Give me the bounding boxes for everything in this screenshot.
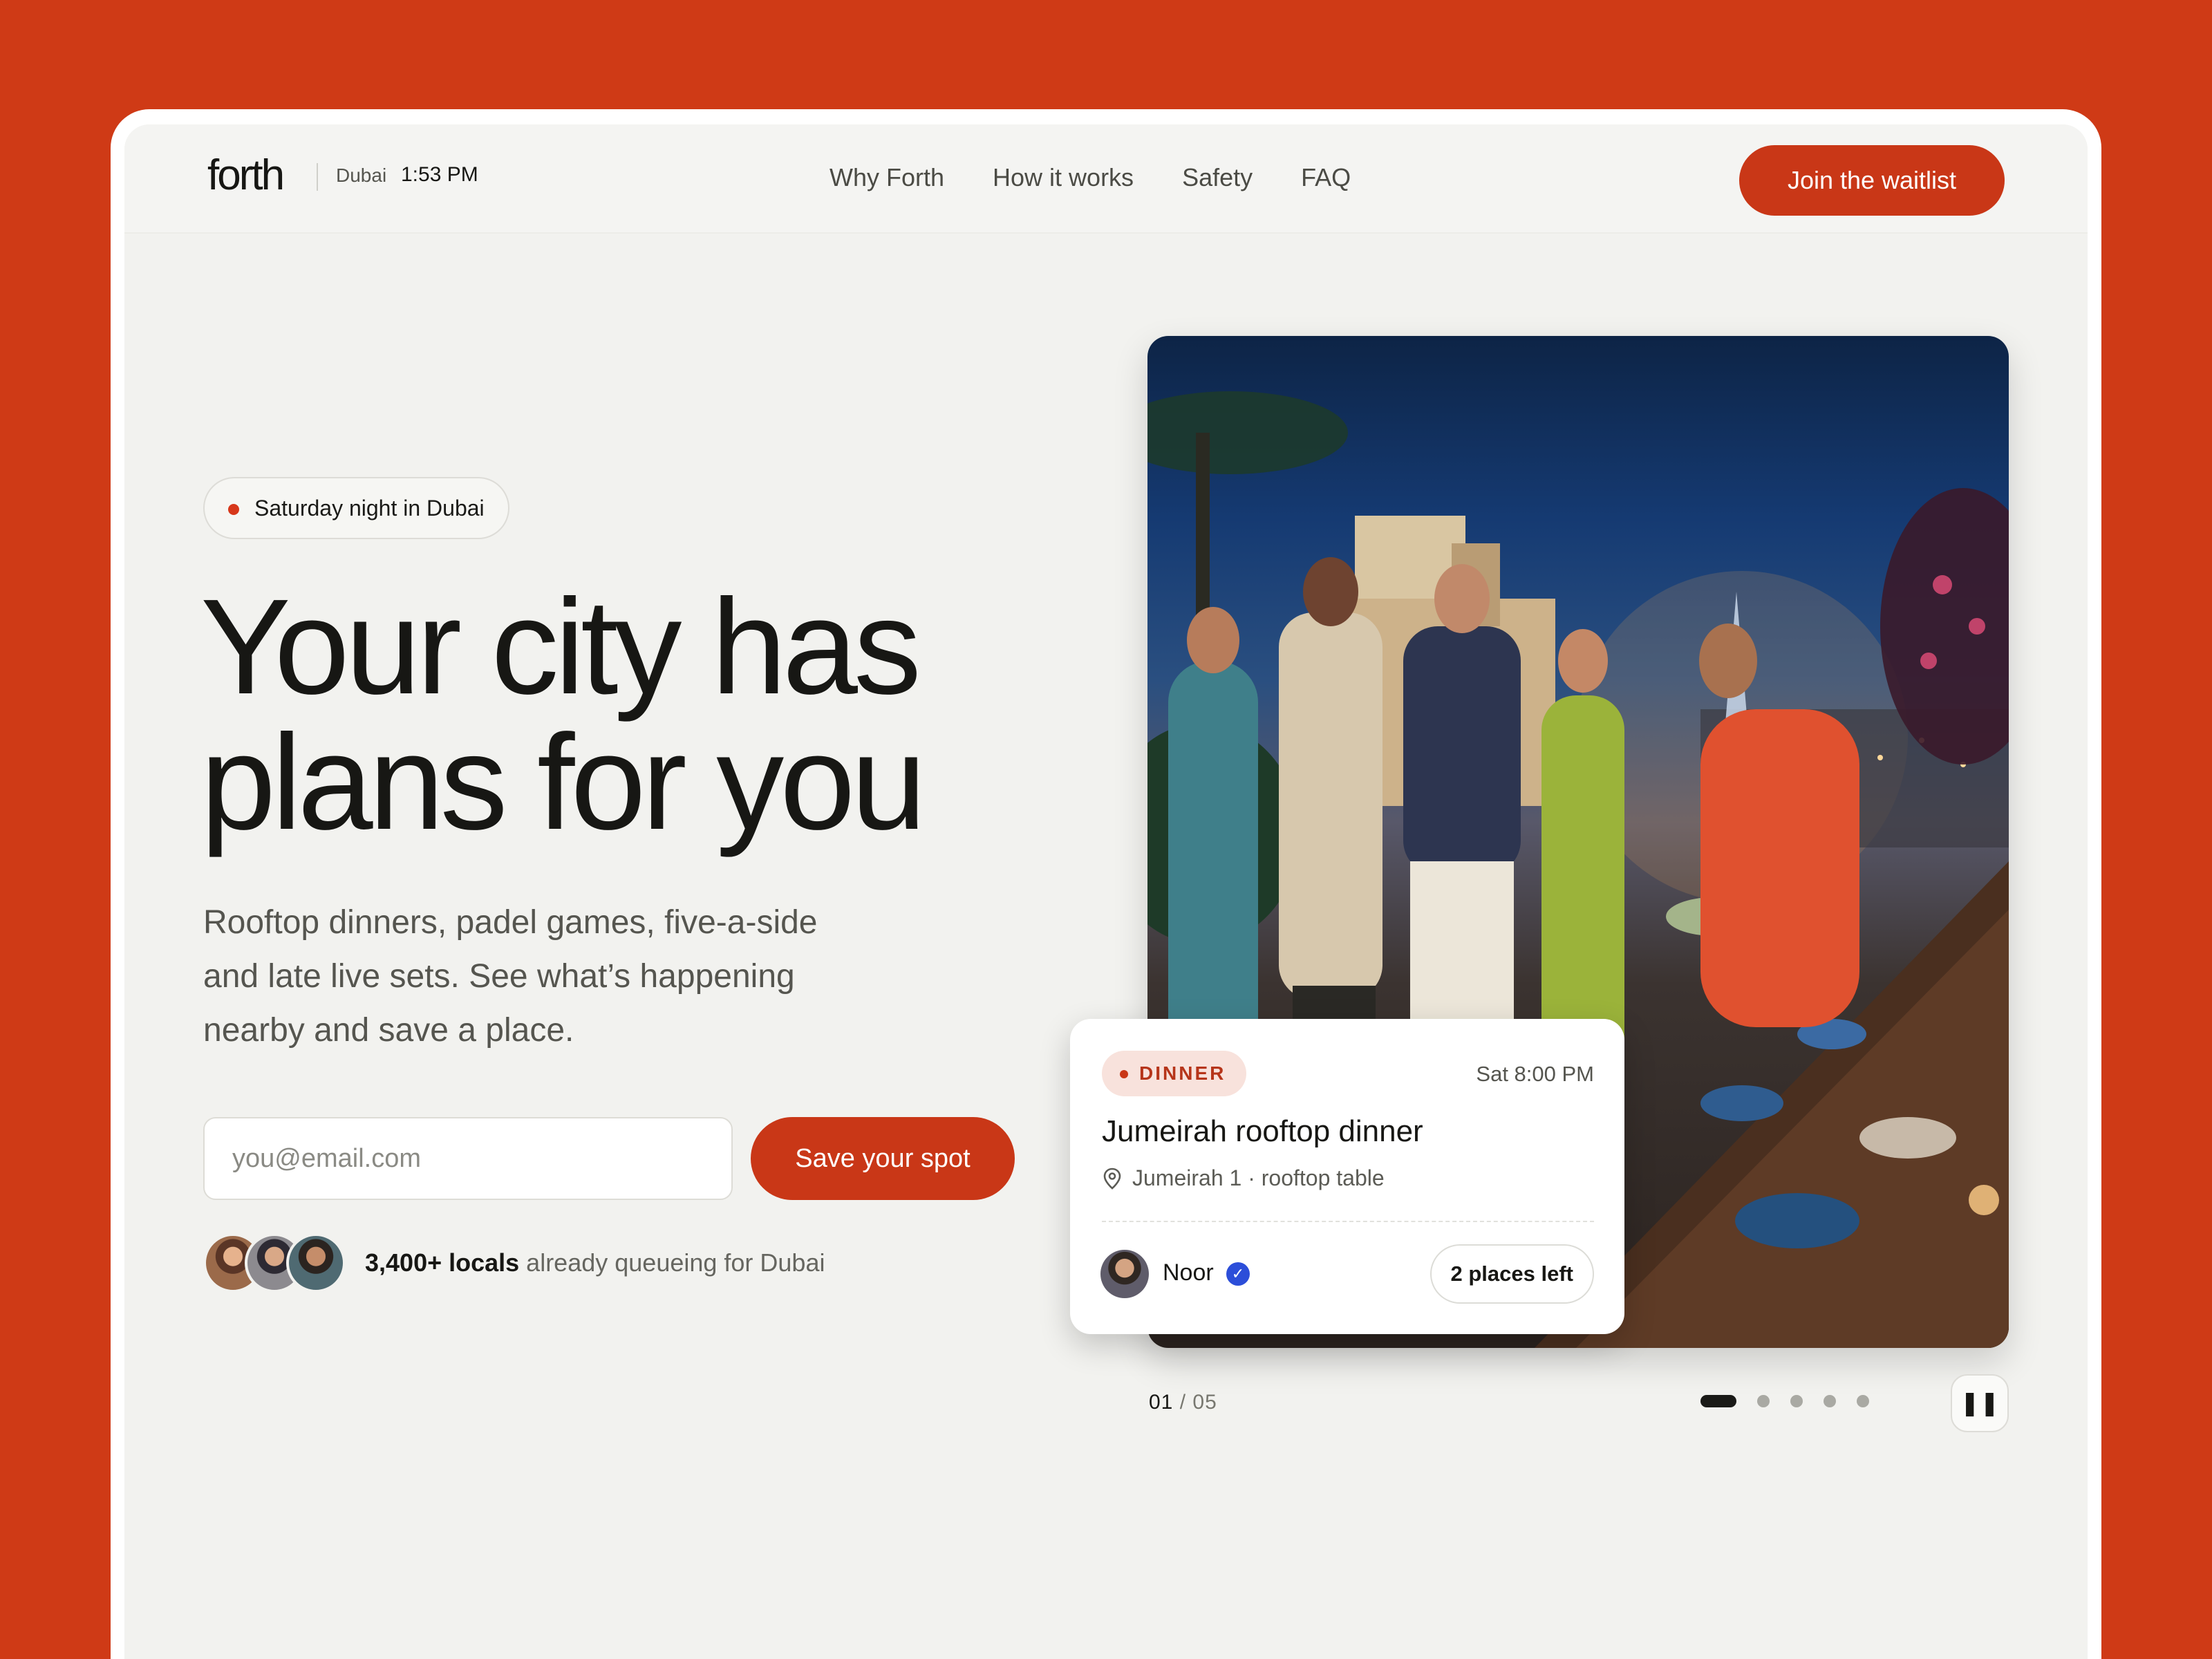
slide-dot-5[interactable] bbox=[1857, 1395, 1869, 1407]
pause-icon: ❚❚ bbox=[1960, 1389, 2000, 1417]
pause-button[interactable]: ❚❚ bbox=[1951, 1374, 2009, 1432]
locals-avatars bbox=[203, 1233, 348, 1293]
live-dot-icon bbox=[228, 504, 239, 515]
slide-dot-1[interactable] bbox=[1700, 1395, 1736, 1407]
event-card[interactable]: DINNER Sat 8:00 PM Jumeirah rooftop dinn… bbox=[1070, 1019, 1624, 1334]
category-tag: DINNER bbox=[1102, 1051, 1247, 1096]
email-input[interactable] bbox=[203, 1117, 733, 1200]
event-location: Jumeirah 1 · rooftop table bbox=[1103, 1165, 1385, 1191]
slide-current: 01 bbox=[1149, 1391, 1174, 1414]
slide-dot-2[interactable] bbox=[1757, 1395, 1770, 1407]
logo-divider bbox=[317, 163, 318, 191]
landing-page: forth Dubai 1:53 PM Why Forth How it wor… bbox=[124, 124, 2088, 1659]
slide-total: / 05 bbox=[1179, 1391, 1217, 1414]
headline-line-2: plans for you bbox=[200, 706, 926, 858]
event-time: Sat 8:00 PM bbox=[1476, 1062, 1594, 1086]
save-spot-button[interactable]: Save your spot bbox=[751, 1117, 1015, 1200]
logo[interactable]: forth bbox=[207, 151, 285, 200]
city-label: Dubai bbox=[336, 165, 387, 186]
local-time: 1:53 PM bbox=[401, 163, 478, 186]
context-pill-label: Saturday night in Dubai bbox=[254, 496, 485, 521]
context-pill: Saturday night in Dubai bbox=[203, 477, 509, 539]
nav-how-it-works[interactable]: How it works bbox=[993, 163, 1134, 192]
slide-counter: 01 / 05 bbox=[1149, 1391, 1217, 1414]
nav-why-forth[interactable]: Why Forth bbox=[830, 163, 944, 192]
nav-faq[interactable]: FAQ bbox=[1301, 163, 1351, 192]
slide-indicators bbox=[1700, 1395, 1869, 1407]
slide-dot-3[interactable] bbox=[1790, 1395, 1803, 1407]
headline-line-1: Your city has bbox=[200, 571, 921, 722]
location-pin-icon bbox=[1103, 1168, 1121, 1190]
nav-safety[interactable]: Safety bbox=[1182, 163, 1253, 192]
hero-headline: Your city has plans for you bbox=[200, 579, 1099, 850]
join-waitlist-button[interactable]: Join the waitlist bbox=[1739, 145, 2005, 216]
host-name: Noor bbox=[1163, 1259, 1214, 1286]
main-nav: Why Forth How it works Safety FAQ bbox=[830, 163, 1351, 192]
hero-subtitle: Rooftop dinners, padel games, five-a-sid… bbox=[203, 904, 818, 1049]
category-label: DINNER bbox=[1139, 1062, 1226, 1084]
site-header: forth Dubai 1:53 PM Why Forth How it wor… bbox=[124, 124, 2088, 234]
places-left-badge[interactable]: 2 places left bbox=[1430, 1244, 1594, 1304]
avatar bbox=[286, 1233, 346, 1293]
locals-caption: already queueing for Dubai bbox=[519, 1248, 825, 1277]
locals-count-text: 3,400+ locals already queueing for Dubai bbox=[365, 1248, 825, 1277]
event-title: Jumeirah rooftop dinner bbox=[1102, 1114, 1423, 1148]
category-dot-icon bbox=[1120, 1070, 1128, 1078]
slide-dot-4[interactable] bbox=[1824, 1395, 1836, 1407]
host-avatar bbox=[1100, 1250, 1149, 1298]
card-divider bbox=[1102, 1221, 1594, 1222]
event-location-label: Jumeirah 1 · rooftop table bbox=[1132, 1165, 1385, 1190]
check-badge-icon: ✓ bbox=[1226, 1262, 1250, 1286]
locals-count: 3,400+ locals bbox=[365, 1248, 520, 1277]
